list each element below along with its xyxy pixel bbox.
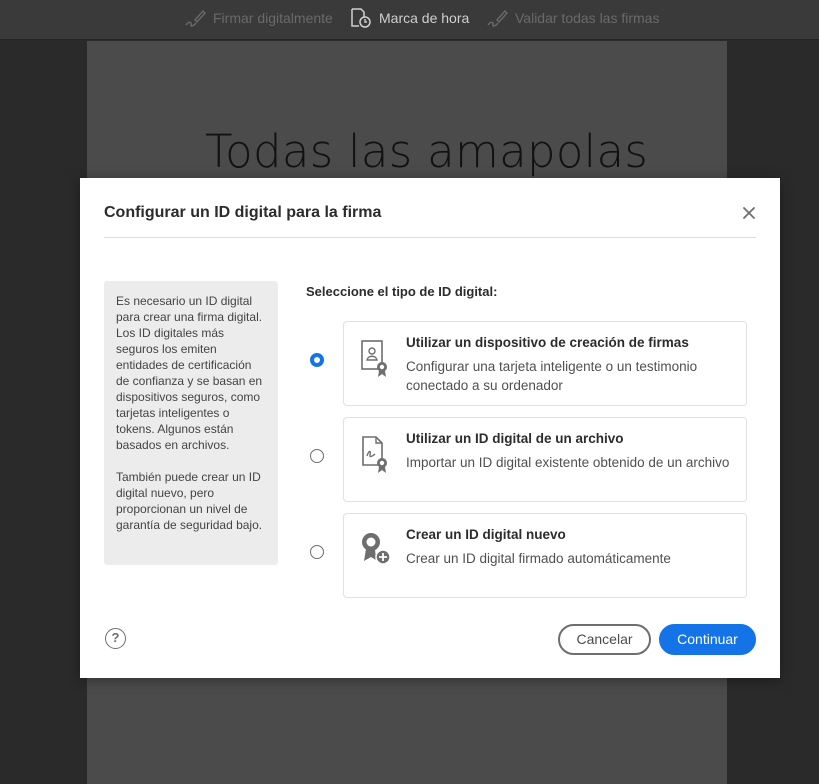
info-panel: Es necesario un ID digital para crear un… [104, 281, 278, 565]
pen-check-icon [487, 9, 508, 27]
document-clock-icon [351, 8, 371, 28]
dialog-title: Configurar un ID digital para la firma [104, 204, 382, 221]
radio-file-id[interactable] [310, 449, 324, 463]
option-title: Utilizar un ID digital de un archivo [406, 431, 624, 446]
select-type-label: Seleccione el tipo de ID digital: [306, 284, 498, 299]
option-file-id: Utilizar un ID digital de un archivo Imp… [306, 417, 748, 503]
option-title: Utilizar un dispositivo de creación de f… [406, 335, 689, 350]
option-description: Configurar una tarjeta inteligente o un … [406, 359, 698, 393]
continue-button[interactable]: Continuar [659, 624, 756, 655]
option-signature-device: Utilizar un dispositivo de creación de f… [306, 321, 748, 407]
close-button[interactable] [740, 204, 758, 222]
timestamp-label: Marca de hora [379, 10, 470, 26]
card-signature-device[interactable]: Utilizar un dispositivo de creación de f… [343, 321, 747, 406]
new-badge-icon [362, 533, 391, 565]
help-icon[interactable]: ? [105, 628, 126, 649]
option-description: Importar un ID digital existente obtenid… [406, 455, 730, 470]
radio-new-id[interactable] [310, 545, 324, 559]
cancel-button[interactable]: Cancelar [558, 624, 651, 655]
option-new-id: Crear un ID digital nuevo Crear un ID di… [306, 513, 748, 599]
card-new-id[interactable]: Crear un ID digital nuevo Crear un ID di… [343, 513, 747, 598]
validate-all-button[interactable]: Validar todas las firmas [485, 0, 659, 36]
card-file-id[interactable]: Utilizar un ID digital de un archivo Imp… [343, 417, 747, 502]
radio-signature-device[interactable] [310, 353, 324, 367]
info-text-1: Es necesario un ID digital para crear un… [116, 294, 263, 452]
signed-file-icon [362, 436, 387, 473]
timestamp-button[interactable]: Marca de hora [349, 0, 469, 36]
document-title: Todas las amapolas [205, 125, 649, 178]
option-title: Crear un ID digital nuevo [406, 527, 566, 542]
dialog-divider [104, 237, 756, 238]
sign-digitally-button[interactable]: Firmar digitalmente [183, 0, 333, 36]
option-description: Crear un ID digital firmado automáticame… [406, 551, 671, 566]
smart-card-icon [361, 340, 387, 377]
top-toolbar: Firmar digitalmente Marca de hora Valida… [0, 0, 819, 40]
digital-id-dialog: Configurar un ID digital para la firma E… [80, 178, 780, 678]
info-text-2: También puede crear un ID digital nuevo,… [116, 470, 263, 532]
pen-sign-icon [185, 9, 206, 27]
close-icon [743, 207, 755, 219]
validate-all-label: Validar todas las firmas [515, 10, 660, 26]
sign-digitally-label: Firmar digitalmente [213, 10, 333, 26]
